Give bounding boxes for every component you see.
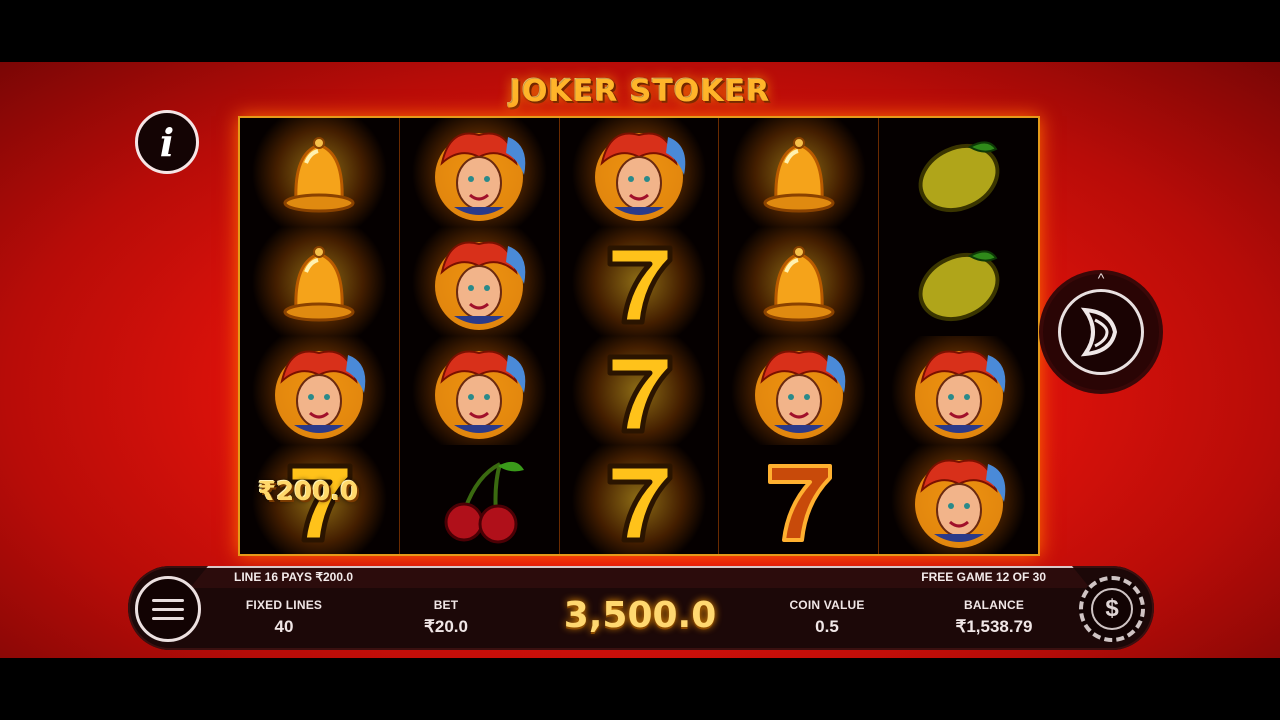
info-button[interactable]: i xyxy=(135,110,199,174)
symbol-bell xyxy=(240,227,399,336)
line-pays-text: LINE 16 PAYS ₹200.0 xyxy=(234,570,354,584)
fixed-lines-label: FIXED LINES xyxy=(245,598,323,612)
reel-grid: ₹200.0 xyxy=(238,116,1040,556)
coin-value[interactable]: COIN VALUE 0.5 xyxy=(767,598,887,637)
win-amount: 3,500.0 xyxy=(563,595,717,636)
symbol-seven-gold xyxy=(559,336,719,445)
bet-value: ₹20.0 xyxy=(424,617,468,636)
symbol-joker xyxy=(240,336,399,445)
coin-value-label: COIN VALUE xyxy=(789,598,865,612)
symbol-lemon xyxy=(879,227,1038,336)
reel-3 xyxy=(559,118,720,554)
symbol-joker xyxy=(879,445,1038,554)
symbol-cherry xyxy=(400,445,559,554)
symbol-joker xyxy=(879,336,1038,445)
symbol-bell xyxy=(719,118,879,227)
symbol-joker xyxy=(399,336,559,445)
reel-5 xyxy=(879,118,1038,554)
reel-1: ₹200.0 xyxy=(240,118,400,554)
balance: BALANCE ₹1,538.79 xyxy=(934,598,1054,637)
bet-label: BET xyxy=(433,598,459,612)
fixed-lines-value: 40 xyxy=(274,617,294,636)
coin-button[interactable]: $ xyxy=(1079,576,1145,642)
chevron-up-icon: ^ xyxy=(1097,270,1105,286)
symbol-joker xyxy=(399,227,559,336)
symbol-bell xyxy=(719,227,879,336)
symbol-seven-gold: ₹200.0 xyxy=(240,445,399,554)
free-game-counter: FREE GAME 12 OF 30 xyxy=(921,570,1046,584)
reel-4 xyxy=(719,118,880,554)
dollar-icon: $ xyxy=(1091,588,1133,630)
spin-button[interactable]: ^ xyxy=(1043,270,1159,390)
info-icon: i xyxy=(159,119,175,165)
symbol-lemon xyxy=(879,118,1038,227)
hamburger-icon xyxy=(152,598,184,602)
spin-icon xyxy=(1058,289,1144,375)
fixed-lines: FIXED LINES 40 xyxy=(224,598,344,637)
symbol-seven-gold xyxy=(559,227,719,336)
coin-value-value: 0.5 xyxy=(815,617,839,636)
symbol-seven-red xyxy=(719,445,878,554)
reel-2 xyxy=(399,118,560,554)
balance-value: ₹1,538.79 xyxy=(955,617,1033,636)
win-overlay-label: ₹200.0 xyxy=(258,477,359,507)
symbol-joker xyxy=(399,118,559,227)
menu-button[interactable] xyxy=(135,576,201,642)
symbol-bell xyxy=(240,118,399,227)
bet[interactable]: BET ₹20.0 xyxy=(386,598,506,637)
symbol-joker xyxy=(559,118,719,227)
game-title: JOKER STOKER xyxy=(509,74,771,109)
balance-label: BALANCE xyxy=(963,598,1025,612)
symbol-seven-gold xyxy=(559,445,719,554)
symbol-joker xyxy=(719,336,879,445)
